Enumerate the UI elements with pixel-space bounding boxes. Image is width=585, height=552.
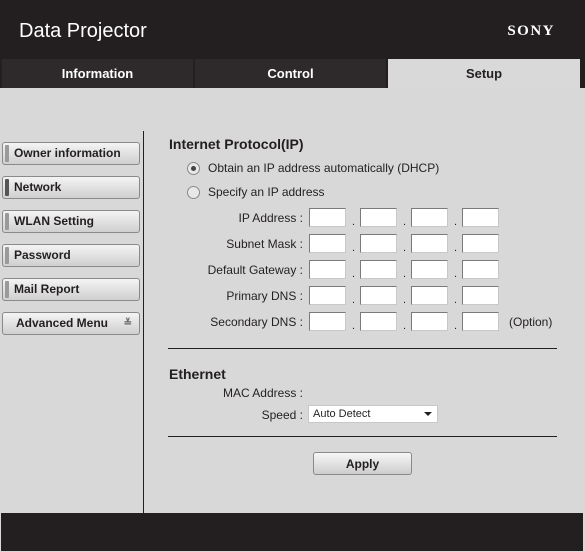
octet-separator: .: [403, 320, 407, 332]
octet-separator: .: [352, 294, 356, 306]
octet-separator: .: [403, 242, 407, 254]
indicator-bar: [5, 145, 9, 162]
ip-octet-input[interactable]: [411, 208, 448, 227]
ip-octet-input[interactable]: [360, 286, 397, 305]
brand-logo: SONY: [507, 23, 555, 39]
ip-octet-input[interactable]: [462, 234, 499, 253]
sidebar-item-wlan-setting[interactable]: WLAN Setting: [2, 210, 140, 233]
octet-separator: .: [454, 216, 458, 228]
ip-octet-input[interactable]: [309, 286, 346, 305]
ip-field-label: Subnet Mask :: [226, 237, 303, 251]
ip-octet-input[interactable]: [360, 312, 397, 331]
sidebar-item-label: Owner information: [14, 146, 121, 160]
sidebar-item-label: Network: [14, 180, 62, 194]
ip-octet-input[interactable]: [360, 260, 397, 279]
ip-octet-input[interactable]: [309, 234, 346, 253]
ip-octet-input[interactable]: [462, 286, 499, 305]
octet-separator: .: [352, 242, 356, 254]
ip-field-label: Primary DNS :: [226, 289, 303, 303]
indicator-bar: [5, 213, 9, 230]
octet-separator: .: [454, 242, 458, 254]
speed-select-value: Auto Detect: [313, 408, 371, 420]
main-tabs: Information Control Setup: [0, 59, 585, 88]
static-ip-label: Specify an IP address: [208, 185, 325, 199]
sidebar-item-label: Advanced Menu: [16, 316, 109, 330]
ethernet-section-title: Ethernet: [169, 366, 226, 382]
speed-select[interactable]: Auto Detect: [308, 405, 438, 423]
sidebar-item-password[interactable]: Password: [2, 244, 140, 267]
footer: [1, 513, 583, 551]
tab-control[interactable]: Control: [195, 59, 386, 88]
octet-separator: .: [454, 320, 458, 332]
sidebar-item-advanced-menu[interactable]: Advanced Menu ≚: [2, 312, 140, 335]
double-chevron-down-icon: ≚: [123, 318, 132, 329]
octet-separator: .: [403, 294, 407, 306]
sidebar-divider: [143, 131, 144, 513]
dhcp-radio[interactable]: [187, 161, 200, 175]
octet-separator: .: [352, 216, 356, 228]
option-note: (Option): [509, 315, 553, 329]
ip-octet-input[interactable]: [411, 286, 448, 305]
dropdown-arrow-icon: [424, 412, 432, 416]
tab-setup[interactable]: Setup: [388, 59, 580, 88]
octet-separator: .: [403, 216, 407, 228]
sidebar-item-label: WLAN Setting: [14, 214, 94, 228]
octet-separator: .: [352, 320, 356, 332]
ip-octet-input[interactable]: [411, 260, 448, 279]
ip-octet-input[interactable]: [360, 208, 397, 227]
app-title: Data Projector: [19, 20, 147, 42]
octet-separator: .: [454, 294, 458, 306]
ip-octet-input[interactable]: [309, 260, 346, 279]
sidebar-item-label: Password: [14, 248, 71, 262]
indicator-bar: [5, 247, 9, 264]
sidebar-item-mail-report[interactable]: Mail Report: [2, 278, 140, 301]
apply-button[interactable]: Apply: [313, 452, 412, 475]
ip-octet-input[interactable]: [360, 234, 397, 253]
dhcp-option[interactable]: Obtain an IP address automatically (DHCP…: [187, 161, 439, 175]
ip-octet-input[interactable]: [309, 312, 346, 331]
octet-separator: .: [454, 268, 458, 280]
octet-separator: .: [352, 268, 356, 280]
mac-address-label: MAC Address :: [222, 386, 303, 400]
ip-octet-input[interactable]: [309, 208, 346, 227]
sidebar-item-label: Mail Report: [14, 282, 80, 296]
static-ip-radio[interactable]: [187, 185, 200, 199]
ip-field-label: Secondary DNS :: [210, 315, 303, 329]
indicator-bar: [5, 179, 9, 196]
header: Data Projector SONY: [0, 0, 585, 59]
octet-separator: .: [403, 268, 407, 280]
dhcp-label: Obtain an IP address automatically (DHCP…: [208, 161, 440, 175]
speed-label: Speed :: [261, 408, 303, 422]
ip-octet-input[interactable]: [462, 208, 499, 227]
section-divider: [168, 436, 557, 437]
tab-information[interactable]: Information: [2, 59, 193, 88]
ip-octet-input[interactable]: [411, 234, 448, 253]
indicator-bar: [5, 281, 9, 298]
ip-field-label: Default Gateway :: [207, 263, 303, 277]
ip-field-label: IP Address :: [238, 211, 303, 225]
ip-octet-input[interactable]: [462, 312, 499, 331]
sidebar-item-owner-information[interactable]: Owner information: [2, 142, 140, 165]
sidebar-item-network[interactable]: Network: [2, 176, 140, 199]
ip-octet-input[interactable]: [462, 260, 499, 279]
section-divider: [168, 348, 557, 349]
static-ip-option[interactable]: Specify an IP address: [187, 185, 325, 199]
ip-section-title: Internet Protocol(IP): [169, 136, 304, 152]
ip-octet-input[interactable]: [411, 312, 448, 331]
